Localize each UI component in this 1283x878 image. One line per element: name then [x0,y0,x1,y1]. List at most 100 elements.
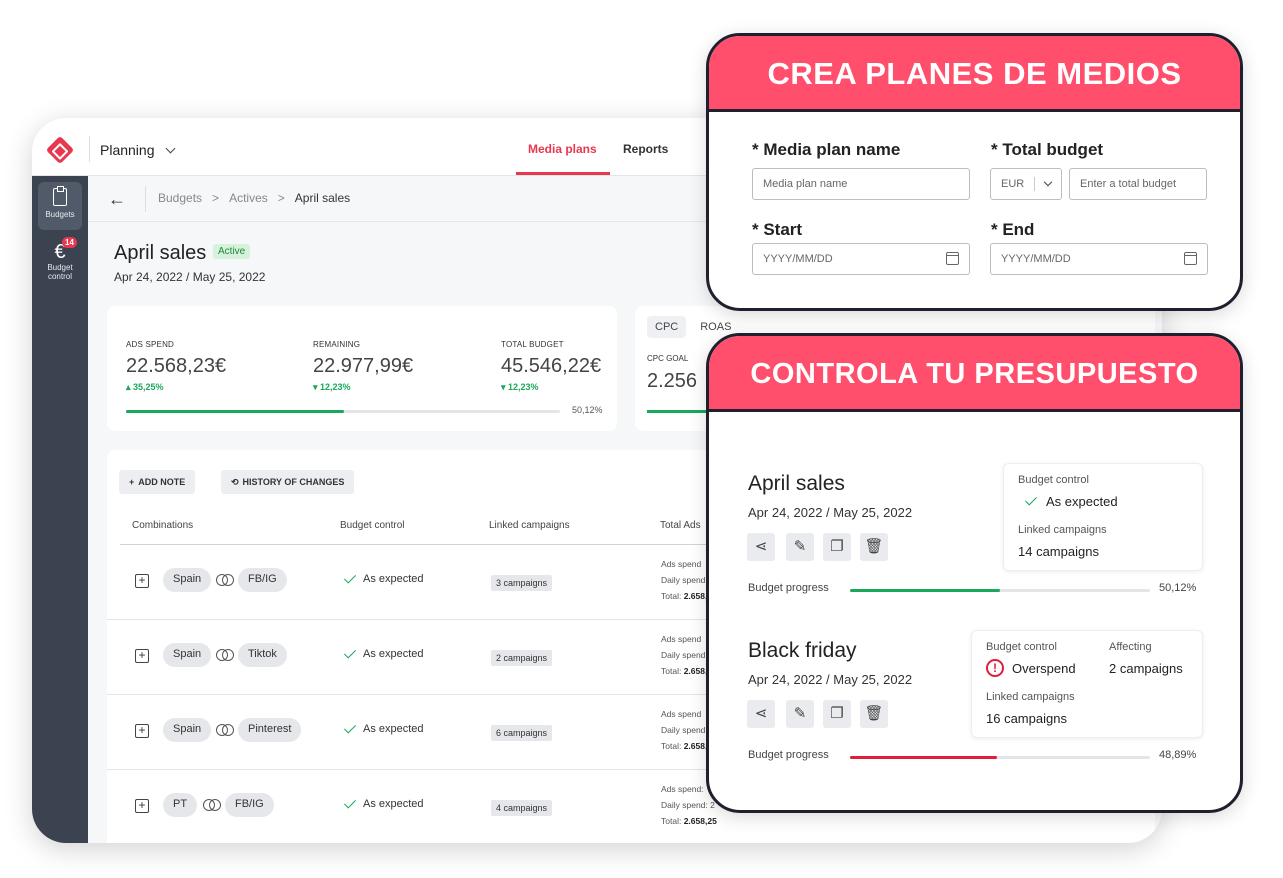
expand-icon[interactable]: + [135,649,149,663]
add-note-label: ADD NOTE [138,477,186,487]
plus-icon: + [129,477,135,487]
budget-status-label: As expected [363,798,424,810]
progress-percent: 50,12% [572,405,603,415]
end-date-input[interactable]: YYYY/MM/DD [990,243,1208,275]
channel-chip: Tiktok [238,643,287,667]
metric-total-budget: TOTAL BUDGET 45.546,22€ ▾ 12,23% [501,340,601,393]
logo-icon[interactable] [45,135,75,165]
progress-fill [850,756,997,759]
column-header-combinations[interactable]: Combinations [132,520,193,531]
currency-select[interactable]: EUR [990,168,1062,200]
chevron-down-icon [165,143,175,153]
euro-icon: € [54,241,66,263]
divider [145,186,146,212]
campaigns-tag[interactable]: 3 campaigns [491,575,553,591]
trash-icon[interactable]: 🗑 [860,700,888,728]
campaigns-tag[interactable]: 2 campaigns [491,650,553,666]
start-date-input[interactable]: YYYY/MM/DD [752,243,970,275]
linked-campaigns-value: 14 campaigns [1018,544,1099,559]
kpi-tabs: CPC ROAS [647,316,739,338]
end-date-placeholder: YYYY/MM/DD [1001,253,1071,265]
country-chip: Spain [163,643,212,667]
expand-icon[interactable]: + [135,724,149,738]
check-icon [1024,493,1038,506]
plan-status-box: Budget control As expected Linked campai… [1003,463,1203,571]
budget-status: As expected [343,720,424,735]
sidebar-item-label: Budget control [47,263,73,281]
tab-reports[interactable]: Reports [623,142,668,156]
kpi-progress-bar [647,410,707,413]
check-icon [343,570,357,584]
metric-change-value: 12,23% [508,382,539,392]
kpi-goal-label: CPC GOAL [647,354,689,363]
linked-campaigns-value: 16 campaigns [986,711,1067,726]
add-note-button[interactable]: + ADD NOTE [119,470,196,494]
history-button[interactable]: ⟲ HISTORY OF CHANGES [221,470,355,494]
channel-chip: FB/IG [238,568,287,592]
total-budget-input[interactable]: Enter a total budget [1069,168,1207,200]
campaigns-tag[interactable]: 6 campaigns [491,725,553,741]
budget-progress-label: Budget progress [748,749,829,761]
progress-fill [126,410,344,413]
breadcrumb-item-budgets[interactable]: Budgets [158,191,202,205]
metric-ads-spend: ADS SPEND 22.568,23€ ▴ 35,25% [126,340,226,393]
edit-icon[interactable]: ✎ [786,533,814,561]
breadcrumb-separator: > [212,191,220,205]
media-plan-name-input[interactable]: Media plan name [752,168,970,200]
linked-campaigns-label: Linked campaigns [1018,524,1107,536]
calendar-icon[interactable] [946,252,959,265]
budget-status: As expected [343,795,424,810]
share-icon[interactable]: ⋖ [747,533,775,561]
combination-icon [216,649,234,661]
metric-label: ADS SPEND [126,340,175,349]
app-switcher-label: Planning [100,142,155,158]
combination-icon [216,724,234,736]
metric-remaining: REMAINING 22.977,99€ ▾ 12,23% [313,340,413,393]
copy-icon[interactable]: ❐ [823,700,851,728]
column-header-total-ads[interactable]: Total Ads [660,520,701,531]
metric-value: 45.546,22€ [501,355,602,377]
edit-icon[interactable]: ✎ [786,700,814,728]
tab-media-plans[interactable]: Media plans [528,142,597,156]
copy-icon[interactable]: ❐ [823,533,851,561]
metric-value: 22.977,99€ [313,355,414,377]
trash-icon[interactable]: 🗑 [860,533,888,561]
total-budget-label: * Total budget [991,140,1104,159]
metric-change: ▴ 35,25% [126,382,226,393]
kpi-goal-value: 2.256 [647,370,698,392]
breadcrumb-item-actives[interactable]: Actives [229,191,268,205]
sidebar-item-budgets[interactable]: Budgets [38,182,82,230]
expand-icon[interactable]: + [135,799,149,813]
app-switcher[interactable]: Planning [100,142,175,158]
plan-dates: Apr 24, 2022 / May 25, 2022 [748,505,913,520]
expand-icon[interactable]: + [135,574,149,588]
linked-campaigns-label: Linked campaigns [986,691,1075,703]
budget-status: As expected [343,645,424,660]
share-icon[interactable]: ⋖ [747,700,775,728]
budget-progress-label: Budget progress [748,582,829,594]
campaigns-tag[interactable]: 4 campaigns [491,800,553,816]
plan-name: April sales [748,472,845,495]
tab-cpc[interactable]: CPC [647,316,687,338]
column-header-linked-campaigns[interactable]: Linked campaigns [489,520,570,531]
history-label: HISTORY OF CHANGES [242,477,345,487]
calendar-icon[interactable] [1184,252,1197,265]
metric-label: TOTAL BUDGET [501,340,564,349]
budget-status: ! Overspend [986,659,1076,677]
metric-change-value: 35,25% [133,382,164,392]
arrow-down-icon: ▾ [313,382,321,392]
active-tab-indicator [516,172,610,175]
arrow-down-icon: ▾ [501,382,509,392]
page-title: April sales [114,242,207,264]
create-plan-card: CREA PLANES DE MEDIOS * Media plan name … [706,33,1243,311]
budget-status-value: Overspend [1012,660,1076,676]
back-arrow-icon[interactable]: ← [108,189,126,210]
channel-chip: FB/IG [225,793,274,817]
sidebar-item-budget-control[interactable]: € 14 Budget control [38,234,82,282]
metric-change: ▾ 12,23% [501,382,601,393]
column-header-budget-control[interactable]: Budget control [340,520,405,531]
budget-progress-bar [126,410,560,413]
total-spend: Total: 2.658,25 [661,813,761,829]
create-plan-heading: CREA PLANES DE MEDIOS [709,36,1240,112]
affecting-label: Affecting [1109,641,1152,653]
